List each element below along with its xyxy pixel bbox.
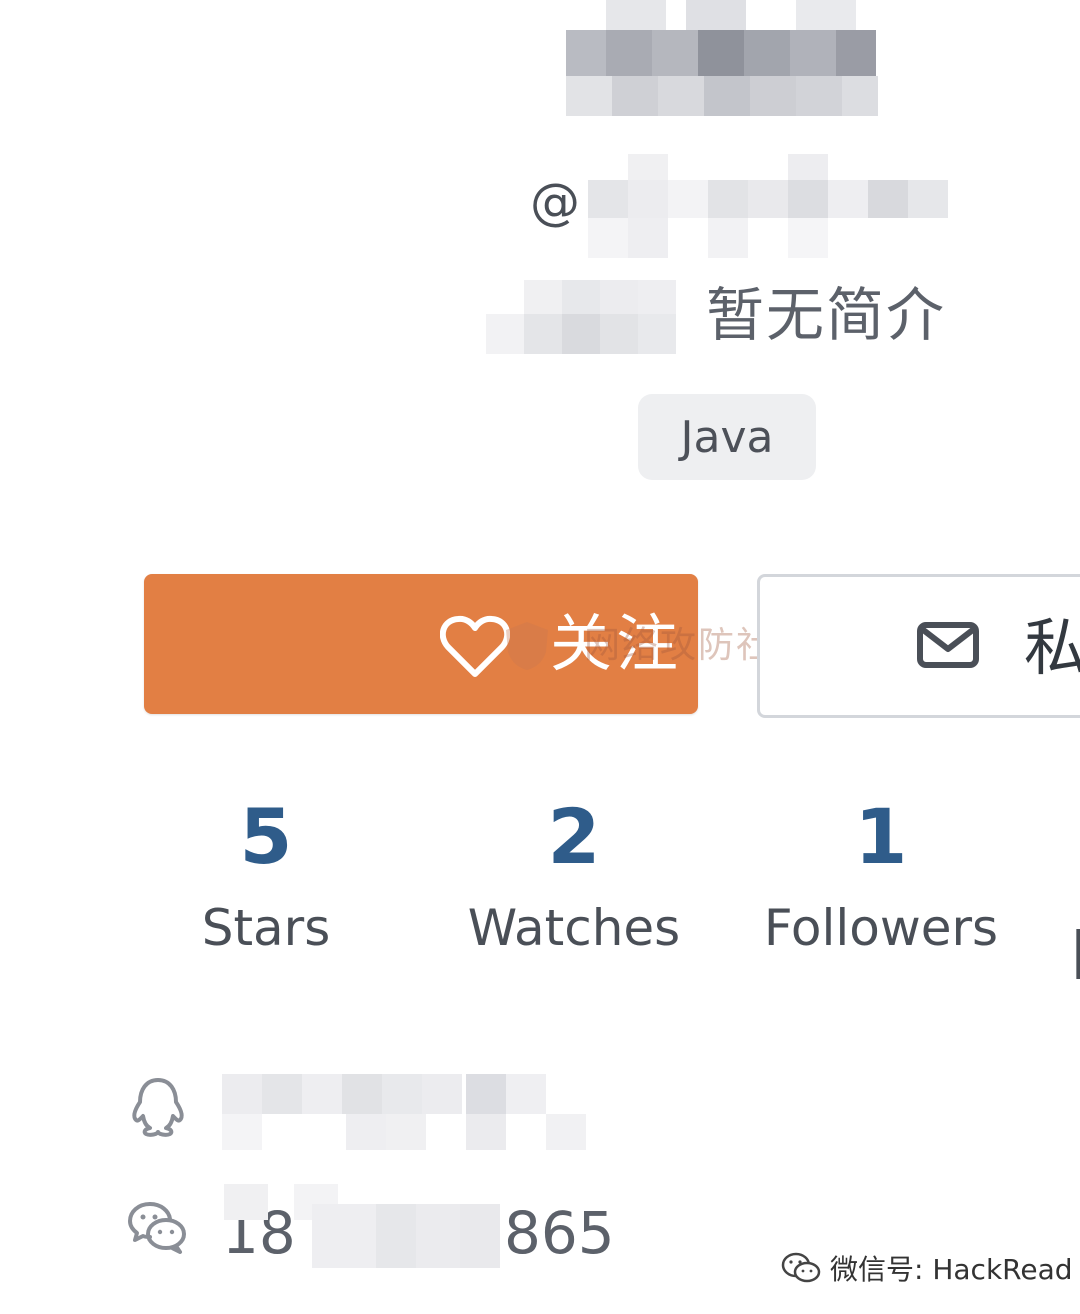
skill-tag[interactable]: Java: [638, 394, 816, 480]
watermark-shield-icon: [506, 622, 548, 670]
stat-watches-label: Watches: [467, 899, 681, 957]
handle-blurred: [588, 154, 948, 260]
heart-icon: [440, 615, 510, 677]
follow-button[interactable]: 关注 网络攻防社区: [144, 574, 810, 714]
stat-watches[interactable]: 2 Watches: [454, 792, 694, 958]
footer-watermark: 微信号: HackRead: [780, 1248, 1073, 1288]
bio-prefix-blurred: [486, 280, 686, 354]
qq-icon: [132, 1078, 184, 1137]
message-label: 私: [1024, 611, 1080, 684]
mail-icon: [917, 622, 979, 668]
qq-number-blurred: [222, 1074, 586, 1150]
stat-watches-value: 2: [547, 792, 601, 881]
message-button[interactable]: 私: [757, 574, 1080, 718]
stat-following-cut[interactable]: |: [1070, 920, 1080, 980]
stat-followers[interactable]: 1 Followers: [750, 792, 1012, 958]
handle-prefix: @: [530, 173, 580, 231]
stat-stars-value: 5: [239, 792, 293, 881]
stat-followers-label: Followers: [763, 899, 999, 957]
bio-text: 暂无简介: [706, 281, 947, 349]
wechat-watermark-icon: [781, 1252, 821, 1283]
stat-followers-value: 1: [854, 792, 908, 881]
wechat-icon: [128, 1202, 186, 1254]
stat-stars-label: Stars: [201, 899, 331, 957]
wechat-number-blurred: [224, 1184, 502, 1270]
footer-watermark-text: 微信号: HackRead: [830, 1253, 1073, 1286]
stat-stars[interactable]: 5 Stars: [166, 792, 366, 958]
username-blurred: [566, 0, 882, 118]
wechat-number-end: 865: [504, 1199, 615, 1267]
